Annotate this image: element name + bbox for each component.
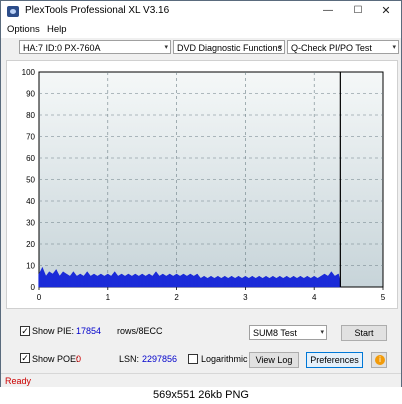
app-icon — [7, 6, 19, 17]
app-window: PlexTools Professional XL V3.16 — ☐ ✕ Op… — [0, 0, 402, 388]
logarithmic-checkbox[interactable] — [188, 354, 198, 364]
close-button[interactable]: ✕ — [371, 1, 401, 22]
show-pie-checkbox[interactable]: ✓ — [20, 326, 30, 336]
controls-panel: ✓ Show PIE: 17854 rows/8ECC SUM8 Test ▾ … — [1, 319, 401, 369]
drive-select-value: HA:7 ID:0 PX-760A — [23, 43, 101, 53]
chevron-down-icon: ▾ — [392, 44, 396, 51]
y-tick-label: 90 — [26, 90, 35, 99]
menu-options[interactable]: Options — [7, 24, 40, 35]
pie-chart: 10090807060504030201000 1 2 3 4 5 — [22, 68, 386, 302]
view-log-button[interactable]: View Log — [249, 352, 299, 368]
x-tick-label: 4 — [312, 293, 317, 302]
function-select[interactable]: DVD Diagnostic Functions ▾ — [173, 40, 285, 54]
drive-select[interactable]: HA:7 ID:0 PX-760A ▾ — [19, 40, 171, 54]
y-tick-label: 80 — [26, 111, 35, 120]
info-button[interactable]: i — [371, 352, 387, 368]
show-pie-label: Show PIE: — [32, 326, 75, 336]
x-tick-label: 1 — [106, 293, 111, 302]
y-tick-label: 50 — [26, 176, 35, 185]
image-caption: 569x551 26kb PNG — [0, 387, 402, 404]
y-tick-label: 20 — [26, 240, 35, 249]
start-button[interactable]: Start — [341, 325, 387, 341]
maximize-button[interactable]: ☐ — [343, 1, 373, 22]
test-select[interactable]: Q-Check PI/PO Test ▾ — [287, 40, 399, 54]
preferences-button[interactable]: Preferences — [306, 352, 363, 368]
status-bar: Ready — [1, 373, 401, 388]
status-text: Ready — [5, 376, 32, 386]
show-poe-checkbox[interactable]: ✓ — [20, 353, 30, 363]
chevron-down-icon: ▾ — [278, 44, 282, 51]
menu-help[interactable]: Help — [47, 24, 67, 35]
info-icon: i — [375, 355, 385, 365]
window-title: PlexTools Professional XL V3.16 — [25, 5, 170, 16]
y-tick-label: 40 — [26, 197, 35, 206]
sum-test-select[interactable]: SUM8 Test ▾ — [249, 325, 327, 340]
y-tick-label: 30 — [26, 219, 35, 228]
x-tick-label: 3 — [243, 293, 248, 302]
lsn-label: LSN: — [119, 354, 140, 364]
test-select-value: Q-Check PI/PO Test — [291, 43, 372, 53]
toolbar: HA:7 ID:0 PX-760A ▾ DVD Diagnostic Funct… — [1, 38, 401, 58]
show-poe-label: Show POE: — [32, 354, 79, 364]
chevron-down-icon: ▾ — [320, 329, 324, 336]
title-bar: PlexTools Professional XL V3.16 — ☐ ✕ — [1, 1, 401, 23]
y-tick-label: 0 — [31, 283, 36, 292]
sum-test-select-value: SUM8 Test — [253, 328, 297, 338]
chevron-down-icon: ▾ — [164, 44, 168, 51]
logarithmic-label: Logarithmic — [201, 354, 248, 364]
menu-bar: Options Help — [1, 22, 401, 38]
x-tick-label: 5 — [381, 293, 386, 302]
rows-label: rows/8ECC — [117, 326, 163, 336]
poe-total-value: 0 — [76, 354, 82, 364]
y-tick-label: 10 — [26, 262, 35, 271]
lsn-value: 2297856 — [142, 354, 178, 364]
y-tick-label: 100 — [22, 68, 36, 77]
pie-total-value: 17854 — [76, 326, 102, 336]
plot-area — [38, 71, 384, 288]
graph-panel: 100 90 80 70 60 50 40 30 20 10 0 0 1 2 3 4 5 — [6, 60, 398, 309]
minimize-button[interactable]: — — [313, 1, 343, 22]
x-tick-label: 2 — [174, 293, 179, 302]
function-select-value: DVD Diagnostic Functions — [177, 43, 283, 53]
y-tick-label: 60 — [26, 154, 35, 163]
x-tick-label: 0 — [37, 293, 42, 302]
y-tick-label: 70 — [26, 133, 35, 142]
